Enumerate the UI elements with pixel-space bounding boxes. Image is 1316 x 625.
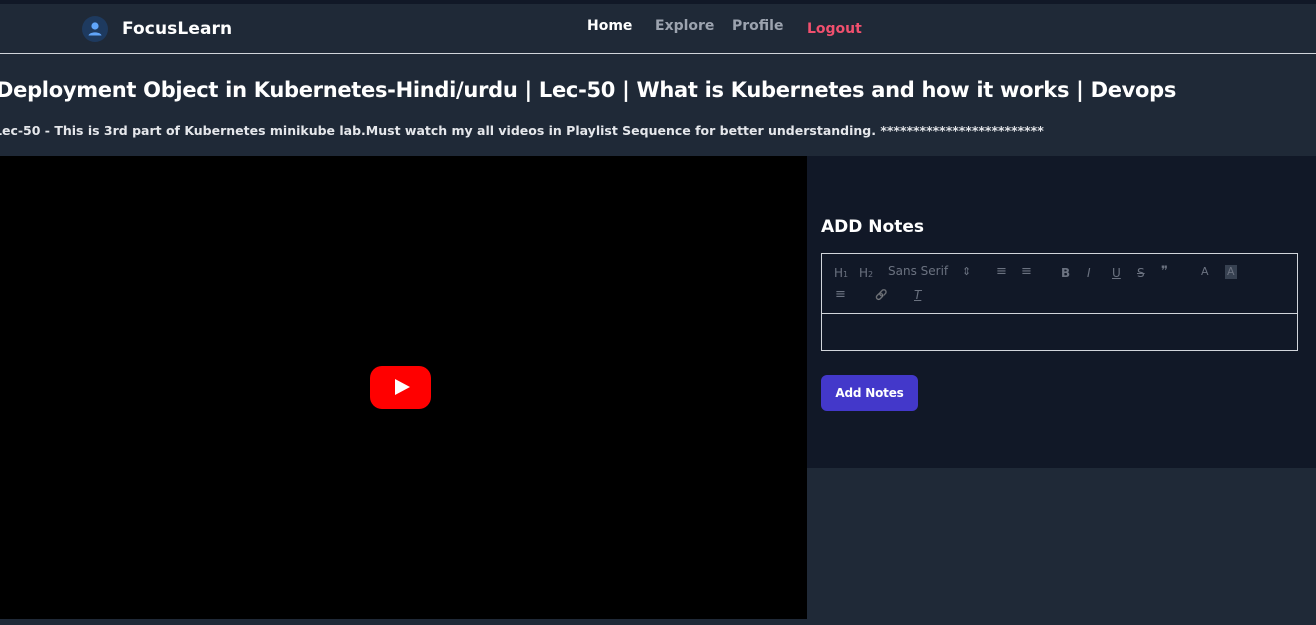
bottom-strip [0, 619, 1316, 625]
play-triangle-icon [395, 379, 410, 395]
nav-links: Home Explore Profile Logout [0, 18, 1316, 40]
bullet-list-icon[interactable]: ≡ [1021, 265, 1032, 279]
blockquote-icon[interactable]: ❞ [1161, 265, 1168, 279]
editor-toolbar: H1 H2 Sans Serif ⇕ ≡ ≡ B I U S ❞ A A ≡ 🔗… [822, 254, 1297, 314]
ordered-list-icon[interactable]: ≡ [996, 265, 1007, 279]
font-select-arrows-icon: ⇕ [962, 265, 972, 278]
notes-heading: ADD Notes [821, 217, 924, 237]
heading-2-sub: 2 [868, 270, 874, 279]
notes-editor: H1 H2 Sans Serif ⇕ ≡ ≡ B I U S ❞ A A ≡ 🔗… [821, 253, 1298, 351]
notes-panel: ADD Notes H1 H2 Sans Serif ⇕ ≡ ≡ B I U S… [807, 156, 1316, 468]
nav-explore-link[interactable]: Explore [655, 18, 714, 34]
youtube-play-icon[interactable] [370, 366, 431, 409]
italic-icon[interactable]: I [1087, 266, 1091, 280]
nav-home-link[interactable]: Home [587, 18, 632, 34]
video-title: Deployment Object in Kubernetes-Hindi/ur… [0, 78, 1177, 102]
heading-1-button[interactable]: H1 [834, 266, 848, 282]
heading-2-label: H [859, 266, 869, 280]
heading-1-sub: 1 [843, 270, 849, 279]
link-icon[interactable]: 🔗 [875, 289, 887, 303]
video-description: Lec-50 - This is 3rd part of Kubernetes … [0, 123, 1044, 138]
align-icon[interactable]: ≡ [835, 288, 846, 302]
notes-text-area[interactable] [822, 314, 1297, 351]
text-color-icon[interactable]: A [1201, 265, 1209, 279]
heading-1-label: H [834, 266, 844, 280]
heading-2-button[interactable]: H2 [859, 266, 873, 282]
logout-link[interactable]: Logout [807, 21, 862, 37]
add-notes-button[interactable]: Add Notes [821, 375, 918, 411]
strike-icon[interactable]: S [1137, 266, 1145, 280]
background-color-icon[interactable]: A [1225, 265, 1237, 279]
clear-format-icon[interactable]: T [914, 288, 921, 302]
underline-icon[interactable]: U [1112, 266, 1121, 280]
bold-icon[interactable]: B [1061, 266, 1070, 280]
nav-profile-link[interactable]: Profile [732, 18, 783, 34]
navbar: FocusLearn Home Explore Profile Logout [0, 4, 1316, 54]
font-family-select[interactable]: Sans Serif [888, 264, 948, 278]
video-player[interactable] [0, 156, 807, 619]
